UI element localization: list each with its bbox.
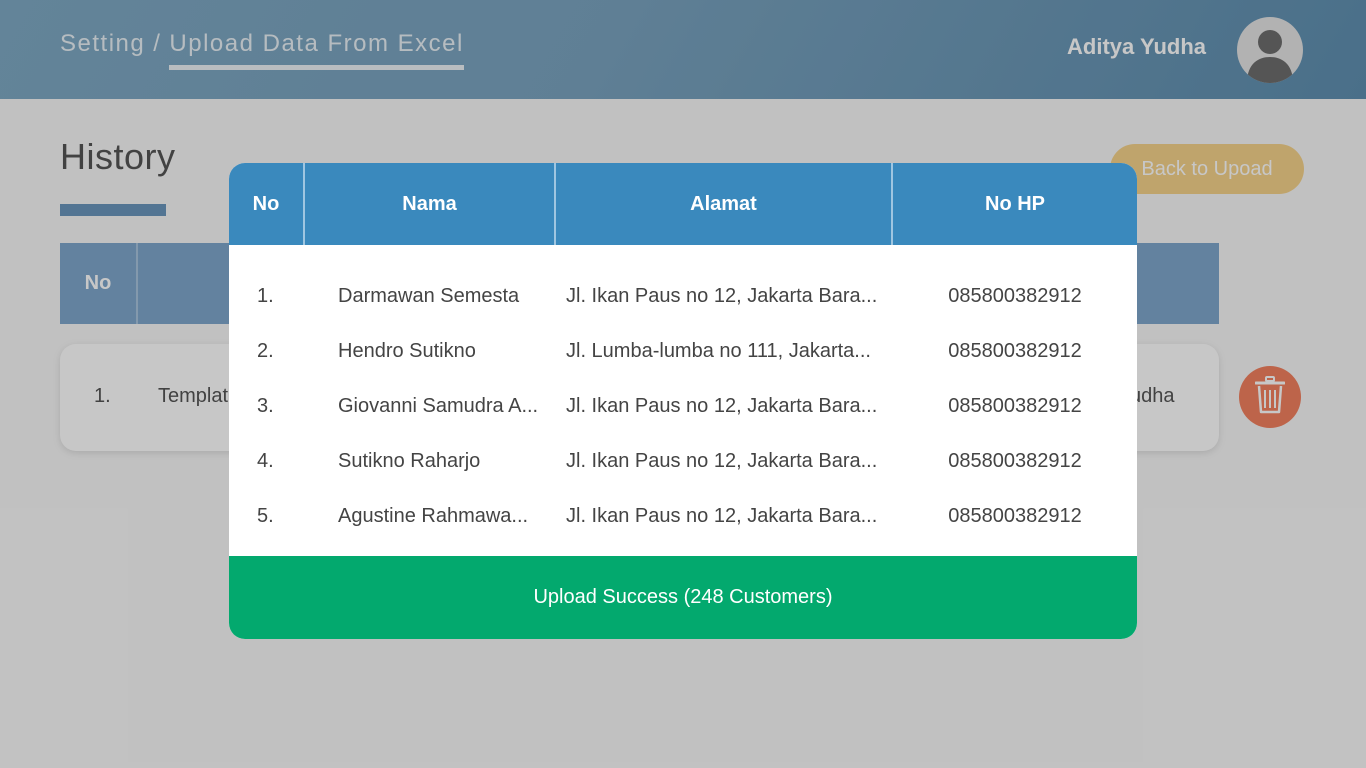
row-no-hp: 085800382912 — [948, 340, 1082, 362]
row-no-hp: 085800382912 — [948, 505, 1082, 527]
row-alamat: Jl. Lumba-lumba no 111, Jakarta... — [566, 340, 871, 362]
table-row: 3. Giovanni Samudra A... Jl. Ikan Paus n… — [229, 379, 1137, 434]
row-alamat: Jl. Ikan Paus no 12, Jakarta Bara... — [566, 450, 878, 472]
row-no: 2. — [257, 340, 274, 362]
row-nama: Giovanni Samudra A... — [338, 395, 539, 417]
upload-result-modal: No Nama Alamat No HP 1. Darmawan Semesta… — [229, 163, 1137, 639]
row-no: 4. — [257, 450, 274, 472]
header-alamat: Alamat — [556, 163, 893, 245]
table-row: 4. Sutikno Raharjo Jl. Ikan Paus no 12, … — [229, 434, 1137, 489]
upload-success-status[interactable]: Upload Success (248 Customers) — [229, 556, 1137, 639]
modal-table-body: 1. Darmawan Semesta Jl. Ikan Paus no 12,… — [229, 245, 1137, 556]
row-nama: Darmawan Semesta — [338, 285, 520, 307]
row-nama: Sutikno Raharjo — [338, 450, 481, 472]
table-row: 1. Darmawan Semesta Jl. Ikan Paus no 12,… — [229, 269, 1137, 324]
table-row: 2. Hendro Sutikno Jl. Lumba-lumba no 111… — [229, 324, 1137, 379]
table-row: 5. Agustine Rahmawa... Jl. Ikan Paus no … — [229, 489, 1137, 544]
header-nama: Nama — [305, 163, 556, 245]
row-alamat: Jl. Ikan Paus no 12, Jakarta Bara... — [566, 395, 878, 417]
row-nama: Hendro Sutikno — [338, 340, 476, 362]
modal-table-header: No Nama Alamat No HP — [229, 163, 1137, 245]
row-no-hp: 085800382912 — [948, 450, 1082, 472]
row-nama: Agustine Rahmawa... — [338, 505, 529, 527]
row-no-hp: 085800382912 — [948, 395, 1082, 417]
row-no-hp: 085800382912 — [948, 285, 1082, 307]
row-alamat: Jl. Ikan Paus no 12, Jakarta Bara... — [566, 285, 878, 307]
row-alamat: Jl. Ikan Paus no 12, Jakarta Bara... — [566, 505, 878, 527]
header-no-hp: No HP — [985, 192, 1045, 215]
row-no: 3. — [257, 395, 274, 417]
row-no: 1. — [257, 285, 274, 307]
header-no: No — [229, 163, 305, 245]
row-no: 5. — [257, 505, 274, 527]
